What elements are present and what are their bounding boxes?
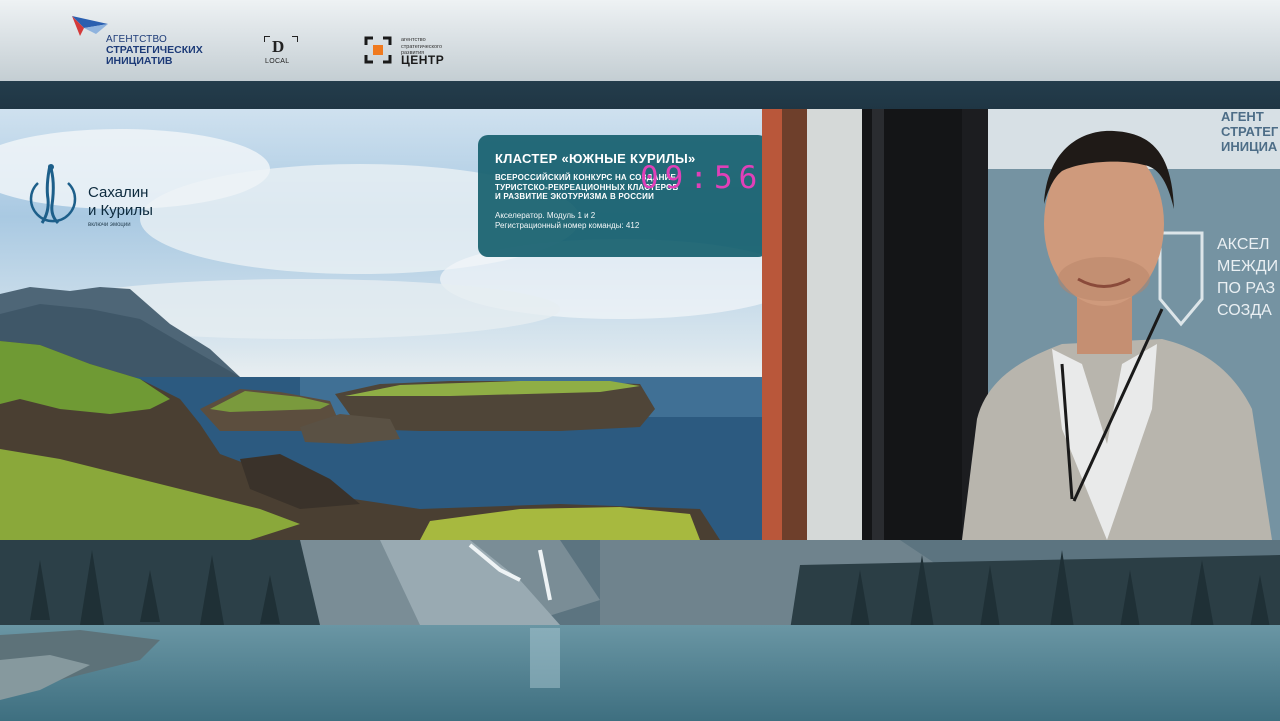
accelerator-module: Акселератор. Модуль 1 и 2 [495,210,596,220]
banner-text-main: АКСЕЛ МЕЖДИ ПО РАЗ СОЗДА [1217,236,1279,319]
speaker-video: АГЕНТ СТРАТЕГ ИНИЦИА АКСЕЛ МЕЖДИ ПО РАЗ … [762,109,1280,540]
sakhalin-brand-logo: Сахалин и Курилы включи эмоции [24,161,194,231]
agency-logo: АГЕНТСТВО СТРАТЕГИЧЕСКИХ ИНИЦИАТИВ [70,14,210,70]
center-logo-icon [364,36,392,64]
mermaid-icon [29,164,77,225]
agency-line3: ИНИЦИАТИВ [106,55,173,67]
center-logo-word: ЦЕНТР [401,53,445,67]
team-registration-number: Регистрационный номер команды: 412 [495,220,640,230]
speaker-scene-image [762,109,1280,540]
brand-title-line2: и Курилы [88,202,153,219]
lake-background-image [0,540,1280,721]
local-logo-letter: D [272,37,285,56]
brand-tagline: включи эмоции [88,222,131,228]
cluster-info-box: КЛАСТЕР «ЮЖНЫЕ КУРИЛЫ» ВСЕРОССИЙСКИЙ КОН… [478,135,762,257]
center-logo: агентство стратегического развития ЦЕНТР [364,36,464,68]
countdown-timer: 09:56 [640,160,764,196]
header-band [0,81,1280,109]
banner-text-top: АГЕНТ СТРАТЕГ ИНИЦИА [1221,109,1279,154]
header-bar: АГЕНТСТВО СТРАТЕГИЧЕСКИХ ИНИЦИАТИВ D LOC… [0,0,1280,81]
local-logo: D LOCAL [262,36,298,68]
mountain-lake-scene [0,540,1280,721]
agency-logo-icon [72,16,108,36]
brand-title-line1: Сахалин [88,184,149,201]
local-logo-text: LOCAL [265,58,290,65]
